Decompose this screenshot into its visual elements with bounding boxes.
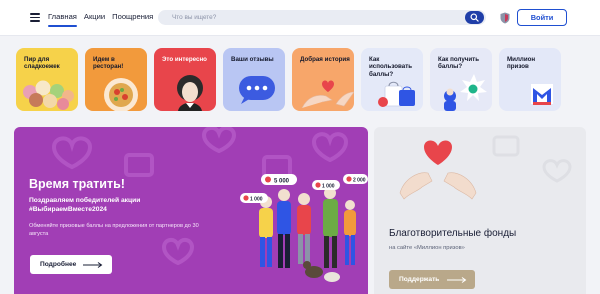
story-sweets[interactable]: Пир для сладкоежек: [16, 48, 78, 111]
story-interesting[interactable]: Это интересно: [154, 48, 216, 111]
search-input[interactable]: [172, 12, 462, 23]
story-label: Это интересно: [162, 56, 207, 63]
story-reviews[interactable]: Ваши отзывы: [223, 48, 285, 111]
main-nav: Главная Акции Поощрения: [48, 12, 153, 27]
story-kind[interactable]: Добрая история: [292, 48, 354, 111]
more-button[interactable]: Подробнее: [30, 255, 112, 274]
points-badge-2000: 2 000: [353, 178, 366, 184]
story-label: Пир для сладкоежек: [24, 56, 60, 71]
points-badge-1000-b: 1 000: [250, 197, 263, 203]
story-how-to-get[interactable]: Как получить баллы?: [430, 48, 492, 111]
story-restaurant[interactable]: Идем в ресторан!: [85, 48, 147, 111]
story-label: Как использовать баллы?: [369, 56, 413, 78]
story-label: Идем в ресторан!: [93, 56, 124, 71]
story-label: Как получить баллы?: [438, 56, 479, 71]
main-banner[interactable]: 5 000 1 000 2 000 1 000 Время тратить! П…: [14, 127, 368, 294]
menu-icon[interactable]: [30, 13, 40, 22]
support-button[interactable]: Поддержать: [389, 270, 475, 289]
arrow-right-icon: [83, 261, 103, 268]
family-illustration: [259, 187, 356, 282]
charity-banner[interactable]: Благотворительные фонды на сайте «Миллио…: [374, 127, 586, 294]
banner-subtitle: Поздравляем победителей акции #ВыбираемВ…: [29, 197, 141, 213]
stories-row: Пир для сладкоежек Идем в ресторан! Это …: [16, 48, 561, 111]
charity-title: Благотворительные фонды: [389, 228, 517, 239]
nav-main[interactable]: Главная: [48, 12, 77, 27]
story-label: Ваши отзывы: [231, 56, 274, 63]
search-button[interactable]: [465, 11, 484, 24]
nav-promotions[interactable]: Акции: [84, 12, 105, 21]
story-label: Добрая история: [300, 56, 350, 63]
story-how-to-use[interactable]: Как использовать баллы?: [361, 48, 423, 111]
points-badge-5000: 5 000: [274, 178, 290, 184]
banner-description: Обменяйте призовые баллы на предложения …: [29, 223, 199, 237]
arrow-right-icon: [447, 276, 467, 283]
search-icon: [470, 13, 479, 22]
story-label: Миллион призов: [507, 56, 536, 71]
login-button[interactable]: Войти: [517, 9, 567, 26]
banner-title: Время тратить!: [29, 177, 125, 191]
points-badge-1000: 1 000: [322, 184, 335, 190]
more-button-label: Подробнее: [40, 261, 77, 268]
heart-icon: [424, 140, 452, 165]
charity-illustration: [399, 135, 572, 200]
search-bar: [158, 10, 486, 25]
nav-rewards[interactable]: Поощрения: [112, 12, 153, 21]
story-million-prizes[interactable]: Миллион призов: [499, 48, 561, 111]
support-button-label: Поддержать: [399, 276, 440, 283]
shield-icon[interactable]: [500, 12, 510, 24]
top-header: Главная Акции Поощрения Войти: [0, 0, 600, 36]
charity-subtitle: на сайте «Миллион призов»: [389, 245, 465, 251]
